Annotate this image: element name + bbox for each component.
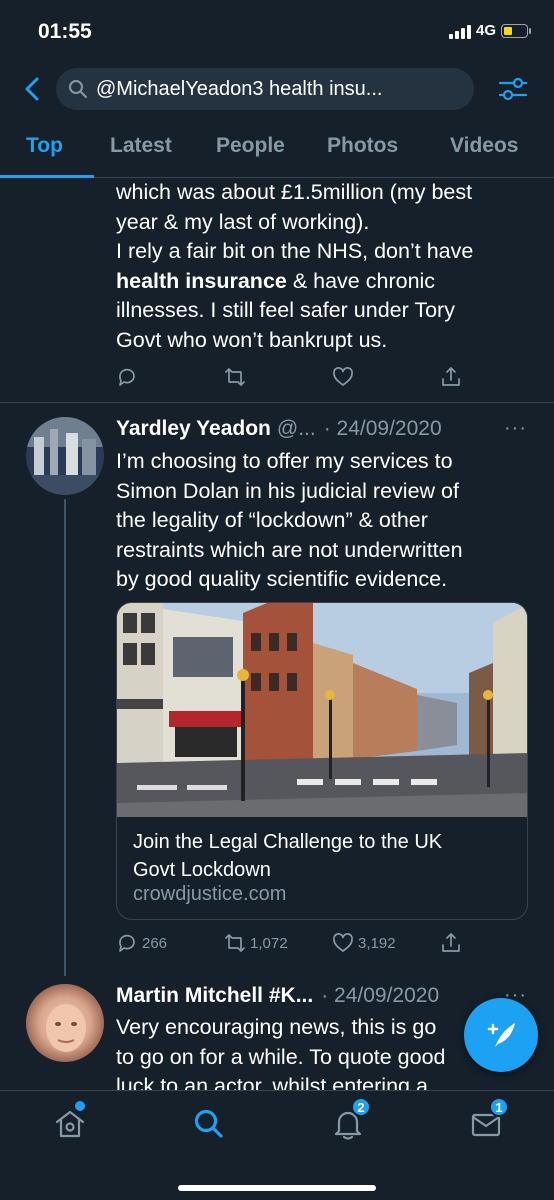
tweet-body: which was about £1.5million (my best yea… [116,178,536,355]
search-icon [69,80,87,98]
tweet-line: luck to an actor, whilst entering a [116,1074,428,1090]
tweet[interactable]: Yardley Yeadon @... · 24/09/2020 ··· I’m… [0,403,554,976]
tweet-line: which was about £1.5million (my best [116,180,473,204]
notifications-badge: 2 [351,1097,371,1117]
retweet-count: 1,072 [250,934,288,952]
status-indicators: 4G [448,22,531,39]
share-icon [442,933,460,952]
tweet-line: illnesses. I still feel safer under Tory [116,298,455,322]
nav-home[interactable] [53,1101,87,1141]
nav-messages[interactable]: 1 [469,1097,509,1141]
search-input[interactable]: @MichaelYeadon3 health insu... [56,68,474,110]
heart-icon [333,367,353,386]
status-time: 01:55 [38,20,92,43]
search-header: @MichaelYeadon3 health insu... [0,68,554,112]
tweet-line: health insurance & have chronic [116,268,436,293]
tweet-line: Govt who won’t bankrupt us. [116,327,388,352]
search-highlight: health insurance [116,268,287,293]
heart-icon [333,933,353,952]
signal-icon [448,23,471,39]
like-count: 3,192 [358,934,396,952]
retweet-button[interactable]: 1,072 [224,932,288,954]
share-button[interactable] [440,366,462,388]
search-filter-button[interactable] [498,74,528,104]
tweet-line: I rely a fair bit on the NHS, don’t have [116,239,474,263]
avatar[interactable] [26,984,104,1062]
reply-icon [119,368,135,386]
tweet-line: the legality of “lockdown” & other [116,508,428,532]
avatar-image [26,984,104,1062]
tab-latest[interactable]: Latest [110,134,172,158]
tweet-line: I’m choosing to offer my services to [116,449,453,473]
tweet-line: year & my last of working). [116,209,370,234]
compose-feather-icon [487,1023,515,1047]
retweet-button[interactable] [224,366,246,388]
avatar-image [26,417,104,495]
retweet-icon [225,934,245,952]
reply-count: 266 [142,934,168,952]
tweet-feed[interactable]: which was about £1.5million (my best yea… [0,178,554,1090]
reply-button[interactable]: 266 [116,932,167,954]
home-icon [55,1110,85,1138]
bottom-nav: 2 1 [0,1090,554,1200]
tweet-line: restraints which are not underwritten [116,537,463,562]
like-button[interactable] [332,366,354,388]
new-content-dot [75,1101,85,1111]
status-bar: 01:55 4G [0,0,554,64]
tab-photos[interactable]: Photos [327,134,398,158]
compose-tweet-button[interactable] [464,998,538,1072]
tweet-body: I’m choosing to offer my services to Sim… [116,447,536,595]
chevron-left-icon [25,77,39,101]
search-icon [194,1109,223,1138]
tweet-date: · 24/09/2020 [323,417,442,440]
nav-search[interactable] [192,1107,226,1141]
battery-icon [501,23,531,38]
more-options-button[interactable]: ··· [504,417,527,440]
tweet-header: Martin Mitchell #K... · 24/09/2020 [116,984,439,1008]
share-button[interactable] [440,932,462,954]
share-icon [442,367,460,386]
tweet[interactable]: which was about £1.5million (my best yea… [0,178,554,403]
sliders-icon [498,77,528,101]
tweet-line: Simon Dolan in his judicial review of [116,478,459,503]
avatar[interactable] [26,417,104,495]
back-button[interactable] [18,74,48,104]
username: @... [276,417,316,440]
tab-videos[interactable]: Videos [450,134,518,158]
link-card-image [117,603,527,817]
display-name[interactable]: Yardley Yeadon [116,417,271,441]
retweet-icon [225,368,245,386]
nav-notifications[interactable]: 2 [331,1097,371,1141]
tweet-date: · 24/09/2020 [321,984,440,1007]
link-card[interactable]: Join the Legal Challenge to the UK Govt … [116,602,528,920]
link-card-domain: crowdjustice.com [133,883,287,905]
reply-button[interactable] [116,366,138,388]
reply-icon [119,934,135,952]
display-name[interactable]: Martin Mitchell #K... [116,984,313,1008]
tweet-header: Yardley Yeadon @... · 24/09/2020 [116,417,442,441]
search-query: @MichaelYeadon3 health insu... [96,77,383,100]
home-indicator[interactable] [178,1185,376,1191]
link-card-title: Join the Legal Challenge to the UK Govt … [133,831,443,881]
tweet-line: by good quality scientific evidence. [116,567,448,591]
like-button[interactable]: 3,192 [332,932,396,954]
tab-people[interactable]: People [216,134,285,158]
search-tabs: Top Latest People Photos Videos [0,120,554,178]
network-type: 4G [475,22,496,39]
thread-line [64,499,66,976]
tab-top[interactable]: Top [26,134,63,158]
messages-badge: 1 [489,1097,509,1117]
